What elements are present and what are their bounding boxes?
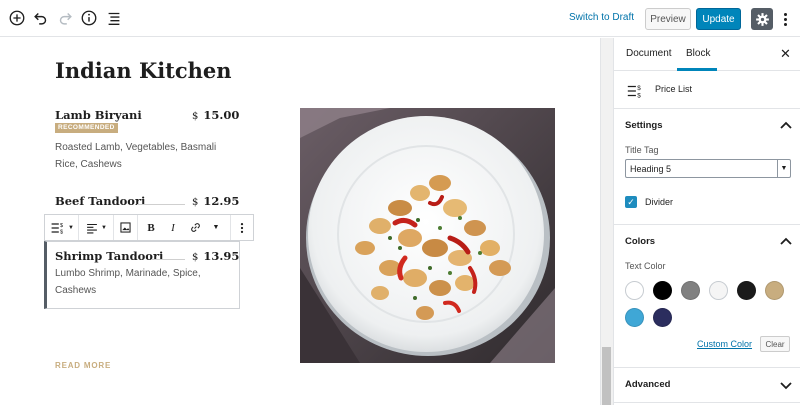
menu-item-name[interactable]: Beef Tandoori	[55, 194, 145, 208]
settings-sidebar: Document Block ✕ $ $ Price List Settings …	[613, 38, 800, 405]
panel-divider	[614, 224, 800, 225]
add-block-icon[interactable]	[7, 8, 27, 28]
color-swatch[interactable]	[765, 281, 784, 300]
link-icon[interactable]	[186, 215, 204, 240]
dish-image[interactable]	[300, 108, 555, 363]
menu-item-price[interactable]: $12.95	[192, 194, 239, 208]
chevron-down-icon: ▼	[777, 160, 790, 177]
menu-item-name[interactable]: Shrimp Tandoori	[55, 249, 163, 263]
price-divider	[152, 259, 185, 260]
editor-canvas: Indian Kitchen Lamb Biryani $15.00 RECOM…	[0, 38, 600, 405]
svg-text:$: $	[637, 85, 641, 92]
price-value: 13.95	[203, 249, 240, 263]
settings-button[interactable]	[751, 8, 773, 30]
block-name: Price List	[655, 84, 693, 94]
price-value: 12.95	[203, 194, 240, 208]
image-icon[interactable]	[115, 215, 135, 240]
info-icon[interactable]	[79, 8, 99, 28]
price-list-icon[interactable]: $ $ ▼	[47, 215, 77, 240]
scrollbar-thumb[interactable]	[602, 347, 611, 405]
chevron-down-icon[interactable]: ▼	[208, 215, 222, 240]
gear-icon	[755, 12, 769, 26]
color-swatch[interactable]	[625, 308, 644, 327]
currency-symbol: $	[192, 252, 199, 263]
recommended-badge: RECOMMENDED	[55, 123, 118, 133]
menu-item-description[interactable]: Lumbo Shrimp, Marinade, Spice, Cashews	[55, 265, 225, 299]
menu-item-name[interactable]: Lamb Biryani	[55, 108, 142, 122]
currency-symbol: $	[192, 197, 199, 208]
title-tag-select[interactable]: Heading 5 ▼	[625, 159, 791, 178]
color-swatch[interactable]	[653, 281, 672, 300]
color-swatch[interactable]	[737, 281, 756, 300]
advanced-panel-title: Advanced	[625, 379, 671, 390]
bold-icon[interactable]: B	[143, 215, 159, 240]
tab-block[interactable]: Block	[686, 48, 710, 59]
title-tag-label: Title Tag	[625, 145, 659, 155]
colors-panel-toggle[interactable]: Colors	[614, 226, 800, 259]
custom-color-link[interactable]: Custom Color	[697, 339, 752, 349]
menu-item-price[interactable]: $13.95	[192, 249, 239, 263]
color-swatch[interactable]	[681, 281, 700, 300]
divider-label: Divider	[645, 197, 674, 207]
editor-header: Switch to Draft Preview Update	[0, 0, 800, 37]
colors-panel-title: Colors	[625, 236, 656, 247]
more-options-icon[interactable]	[234, 215, 250, 240]
block-toolbar: $ $ ▼ ▼ B I ▼	[44, 214, 254, 241]
title-tag-value: Heading 5	[630, 164, 672, 174]
preview-button[interactable]: Preview	[645, 8, 691, 30]
color-swatch[interactable]	[653, 308, 672, 327]
italic-icon[interactable]: I	[165, 215, 181, 240]
menu-item-price[interactable]: $15.00	[192, 108, 239, 122]
divider-checkbox[interactable]: ✓	[625, 196, 637, 208]
color-swatch[interactable]	[625, 281, 644, 300]
food-photo	[300, 108, 555, 363]
price-divider	[137, 204, 185, 205]
read-more-link[interactable]: READ MORE	[55, 361, 111, 370]
settings-panel-toggle[interactable]: Settings	[614, 110, 800, 143]
chevron-up-icon	[780, 121, 792, 129]
close-icon[interactable]: ✕	[780, 46, 791, 62]
undo-icon[interactable]	[31, 8, 51, 28]
outline-icon[interactable]	[104, 8, 124, 28]
page-title[interactable]: Indian Kitchen	[55, 58, 232, 83]
sidebar-tabs: Document Block ✕	[614, 38, 800, 71]
chevron-up-icon	[780, 237, 792, 245]
svg-text:$: $	[60, 223, 64, 229]
active-tab-indicator	[677, 68, 717, 71]
svg-text:$: $	[637, 92, 641, 99]
panel-divider	[614, 367, 800, 368]
more-vertical-icon[interactable]	[779, 9, 791, 29]
block-card: $ $ Price List	[614, 72, 800, 109]
price-list-icon: $$	[627, 85, 641, 99]
switch-to-draft-link[interactable]: Switch to Draft	[569, 12, 634, 23]
color-swatch[interactable]	[709, 281, 728, 300]
panel-divider	[614, 402, 800, 403]
update-button[interactable]: Update	[696, 8, 741, 30]
redo-icon[interactable]	[55, 8, 75, 28]
chevron-down-icon	[780, 382, 792, 390]
price-value: 15.00	[203, 108, 240, 122]
svg-text:$: $	[60, 229, 64, 235]
text-color-label: Text Color	[625, 261, 666, 271]
align-icon[interactable]: ▼	[80, 215, 112, 240]
clear-button[interactable]: Clear	[760, 336, 790, 352]
menu-item-description[interactable]: Roasted Lamb, Vegetables, Basmali Rice, …	[55, 139, 225, 173]
currency-symbol: $	[192, 111, 199, 122]
advanced-panel-toggle[interactable]: Advanced	[614, 369, 800, 402]
settings-panel-title: Settings	[625, 120, 663, 131]
tab-document[interactable]: Document	[626, 48, 672, 59]
